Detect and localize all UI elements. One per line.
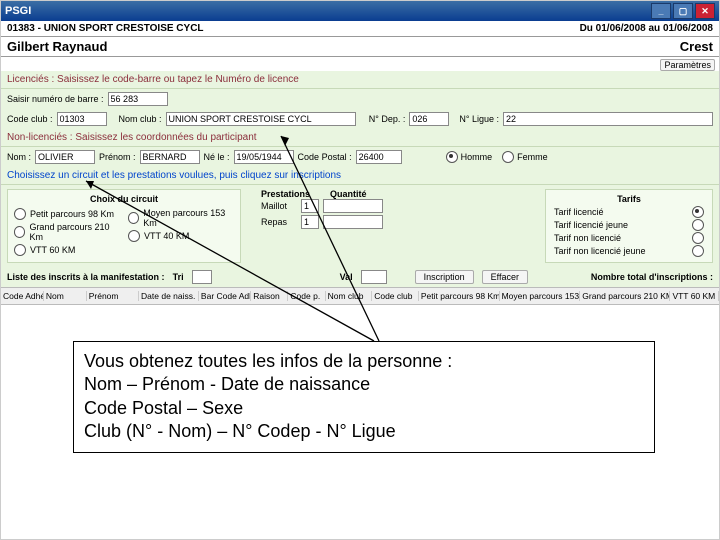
prest1-extra[interactable] <box>323 199 383 213</box>
param-button[interactable]: Paramètres <box>660 59 715 71</box>
ndep-label: N° Dep. : <box>369 114 406 124</box>
tri-label: Tri <box>173 272 184 282</box>
cp-label: Code Postal : <box>298 152 352 162</box>
annot-l1: Vous obtenez toutes les infos de la pers… <box>84 350 644 373</box>
date-range: Du 01/06/2008 au 01/06/2008 <box>580 23 713 34</box>
t3-label: Tarif non licencié <box>554 233 621 243</box>
t1-radio[interactable] <box>692 206 704 218</box>
col-moyen: Moyen parcours 153 <box>500 291 581 301</box>
nom-label: Nom : <box>7 152 31 162</box>
opt5-radio[interactable] <box>14 244 26 256</box>
t1-label: Tarif licencié <box>554 207 604 217</box>
opt3-label: Grand parcours 210 Km <box>29 222 120 242</box>
femme-label: Femme <box>517 152 548 162</box>
t3-radio[interactable] <box>692 232 704 244</box>
circuit-box: Choix du circuit Petit parcours 98 Km Gr… <box>7 189 241 263</box>
city: Crest <box>680 39 713 54</box>
annotation-box: Vous obtenez toutes les infos de la pers… <box>73 341 655 453</box>
codeclub-input[interactable] <box>57 112 107 126</box>
femme-radio[interactable] <box>502 151 514 163</box>
ndep-input[interactable] <box>409 112 449 126</box>
circuit-title: Choisissez un circuit et les prestations… <box>1 167 719 185</box>
tri-input[interactable] <box>192 270 212 284</box>
codeclub-label: Code club : <box>7 114 53 124</box>
homme-radio[interactable] <box>446 151 458 163</box>
t2-radio[interactable] <box>692 219 704 231</box>
opt2-radio[interactable] <box>128 212 139 224</box>
prest2-label: Repas <box>261 217 297 227</box>
prest-header: Prestations <box>261 189 310 199</box>
opt3-radio[interactable] <box>14 226 25 238</box>
effacer-button[interactable]: Effacer <box>482 270 528 284</box>
annot-l3: Code Postal – Sexe <box>84 397 644 420</box>
col-nomclub: Nom club <box>326 291 373 301</box>
org-code: 01383 - UNION SPORT CRESTOISE CYCL <box>7 23 204 34</box>
nligue-label: N° Ligue : <box>459 114 499 124</box>
nonlic-title: Non-licenciés : Saisissez les coordonnée… <box>1 129 719 147</box>
prest2-extra[interactable] <box>323 215 383 229</box>
opt5-label: VTT 60 KM <box>30 245 75 255</box>
licencies-title: Licenciés : Saisissez le code-barre ou t… <box>1 71 719 89</box>
close-button[interactable]: ✕ <box>695 3 715 19</box>
org-bar: 01383 - UNION SPORT CRESTOISE CYCL Du 01… <box>1 21 719 37</box>
prenom-input[interactable] <box>140 150 200 164</box>
minimize-button[interactable]: _ <box>651 3 671 19</box>
nomclub-input[interactable] <box>166 112 356 126</box>
col-nom: Nom <box>44 291 87 301</box>
col-vtt: VTT 60 KM <box>670 291 719 301</box>
barcode-input[interactable] <box>108 92 168 106</box>
col-petit: Petit parcours 98 Km <box>419 291 500 301</box>
circuit-header: Choix du circuit <box>14 194 234 204</box>
prest2-qty[interactable] <box>301 215 319 229</box>
maximize-button[interactable]: ▢ <box>673 3 693 19</box>
nom-input[interactable] <box>35 150 95 164</box>
barcode-label: Saisir numéro de barre : <box>7 94 104 104</box>
total-label: Nombre total d'inscriptions : <box>591 272 713 282</box>
person-bar: Gilbert Raynaud Crest <box>1 37 719 57</box>
col-naiss: Date de naiss. <box>139 291 199 301</box>
tarif-header: Tarifs <box>554 194 704 204</box>
opt4-radio[interactable] <box>128 230 140 242</box>
opt2-label: Moyen parcours 153 Km <box>143 208 234 228</box>
t4-label: Tarif non licencié jeune <box>554 246 646 256</box>
col-codeclub: Code club <box>372 291 419 301</box>
col-raison: Raison <box>251 291 288 301</box>
ne-label: Né le : <box>204 152 230 162</box>
inscription-button[interactable]: Inscription <box>415 270 474 284</box>
col-code: Code Adhér. <box>1 291 44 301</box>
opt4-label: VTT 40 KM <box>144 231 189 241</box>
table-header: Code Adhér. Nom Prénom Date de naiss. Ba… <box>1 287 719 305</box>
ne-input[interactable] <box>234 150 294 164</box>
val-input[interactable] <box>361 270 387 284</box>
person-name: Gilbert Raynaud <box>7 39 107 54</box>
homme-label: Homme <box>461 152 493 162</box>
annot-l2: Nom – Prénom - Date de naissance <box>84 373 644 396</box>
opt1-radio[interactable] <box>14 208 26 220</box>
annot-l4: Club (N° - Nom) – N° Codep - N° Ligue <box>84 420 644 443</box>
opt1-label: Petit parcours 98 Km <box>30 209 114 219</box>
prest1-label: Maillot <box>261 201 297 211</box>
qte-header: Quantité <box>330 189 367 199</box>
list-label: Liste des inscrits à la manifestation : <box>7 272 165 282</box>
col-cp: Code p. <box>288 291 325 301</box>
tarif-box: Tarifs Tarif licencié Tarif licencié jeu… <box>545 189 713 263</box>
col-barcode: Bar Code Adh. <box>199 291 251 301</box>
col-grand: Grand parcours 210 KM <box>580 291 670 301</box>
titlebar: PSGI _ ▢ ✕ <box>1 1 719 21</box>
t2-label: Tarif licencié jeune <box>554 220 628 230</box>
val-label: Val <box>340 272 353 282</box>
t4-radio[interactable] <box>692 245 704 257</box>
prenom-label: Prénom : <box>99 152 136 162</box>
prest1-qty[interactable] <box>301 199 319 213</box>
app-title: PSGI <box>5 5 31 17</box>
cp-input[interactable] <box>356 150 402 164</box>
nomclub-label: Nom club : <box>119 114 162 124</box>
col-prenom: Prénom <box>87 291 139 301</box>
nligue-input[interactable] <box>503 112 713 126</box>
